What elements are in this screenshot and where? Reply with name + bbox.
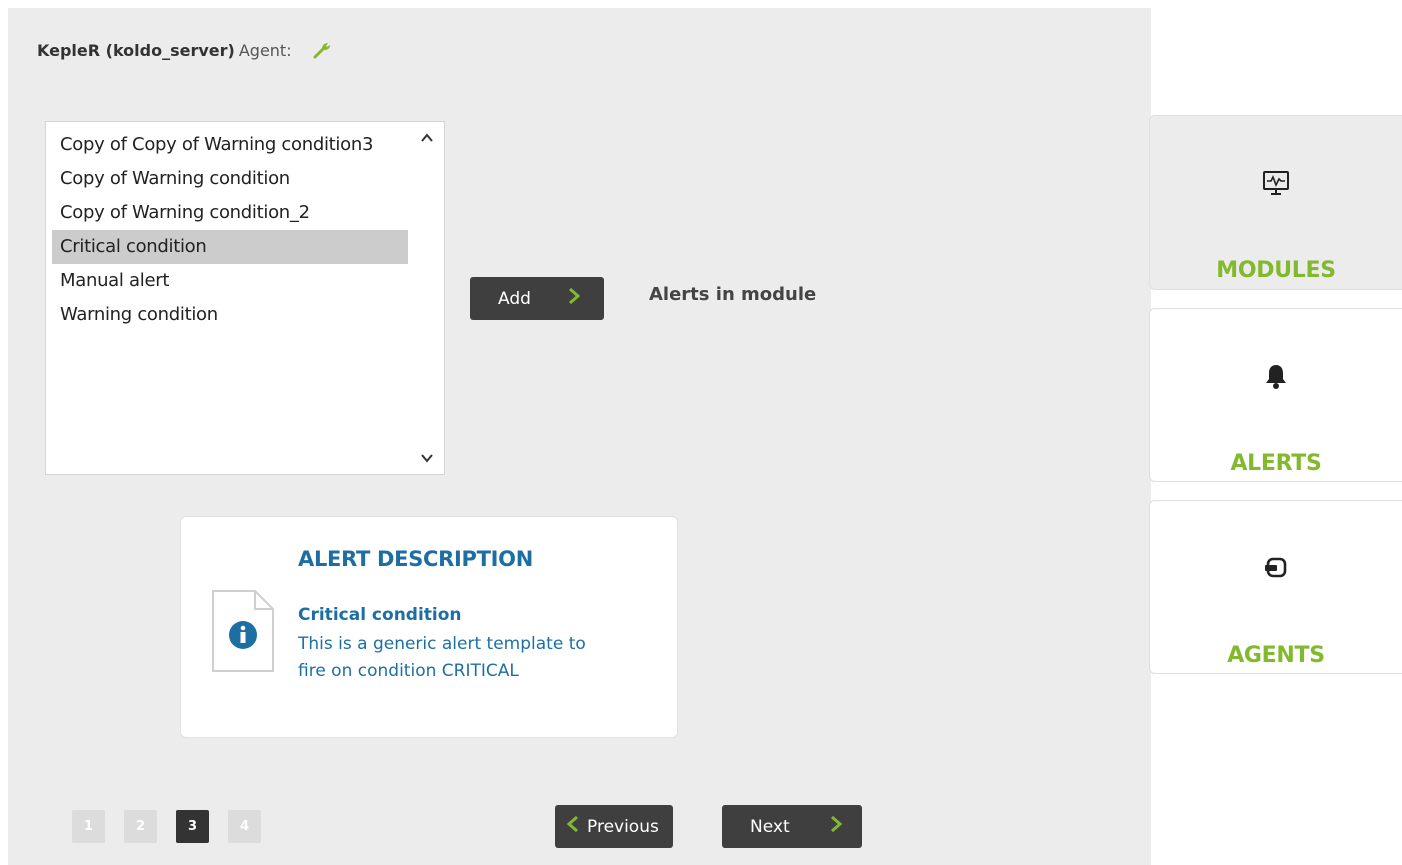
previous-button-label: Previous: [587, 816, 659, 837]
scroll-down-icon[interactable]: [419, 450, 435, 466]
add-button-label: Add: [498, 288, 531, 309]
alert-template-option[interactable]: Copy of Warning condition: [52, 162, 408, 196]
tab-agents-label: AGENTS: [1227, 643, 1325, 668]
add-button[interactable]: Add: [470, 277, 604, 320]
alert-template-option-selected[interactable]: Critical condition: [52, 230, 408, 264]
alert-description-text: This is a generic alert template to fire…: [298, 634, 586, 681]
bell-icon: [1261, 361, 1291, 391]
step-page-1[interactable]: 1: [72, 810, 105, 843]
tab-alerts-label: ALERTS: [1230, 451, 1322, 476]
agent-header: KepleR (koldo_server) Agent:: [37, 40, 332, 60]
chevron-right-icon: [830, 815, 843, 838]
step-page-3[interactable]: 3: [176, 810, 209, 843]
scroll-up-icon[interactable]: [419, 130, 435, 146]
tab-modules[interactable]: MODULES: [1149, 115, 1402, 290]
wizard-step-pager: 1 2 3 4: [72, 810, 261, 843]
tab-modules-label: MODULES: [1216, 258, 1336, 283]
monitor-icon: [1261, 168, 1291, 198]
alerts-in-module-heading: Alerts in module: [649, 284, 817, 305]
alert-template-option[interactable]: Copy of Copy of Warning condition3: [52, 128, 408, 162]
tab-alerts[interactable]: ALERTS: [1149, 308, 1402, 482]
next-button-label: Next: [750, 816, 790, 837]
step-page-4[interactable]: 4: [228, 810, 261, 843]
document-info-icon: [211, 589, 275, 673]
alert-template-option[interactable]: Copy of Warning condition_2: [52, 196, 408, 230]
tab-agents[interactable]: AGENTS: [1149, 500, 1402, 674]
previous-button[interactable]: Previous: [555, 805, 673, 848]
wrench-icon[interactable]: [312, 40, 332, 60]
chevron-left-icon: [566, 815, 579, 838]
alert-description-name: Critical condition: [298, 605, 462, 625]
next-button[interactable]: Next: [722, 805, 862, 848]
chevron-right-icon: [568, 287, 581, 310]
agent-name: KepleR (koldo_server): [37, 40, 235, 60]
agent-icon: [1261, 553, 1291, 583]
agent-label: Agent:: [238, 40, 292, 60]
alert-description-card: ALERT DESCRIPTION Critical condition Thi…: [180, 516, 678, 738]
alert-template-option[interactable]: Manual alert: [52, 264, 408, 298]
alert-template-options: Copy of Copy of Warning condition3 Copy …: [46, 122, 444, 332]
alert-template-list[interactable]: Copy of Copy of Warning condition3 Copy …: [45, 121, 445, 475]
alert-description-title: ALERT DESCRIPTION: [298, 547, 533, 571]
alert-template-option[interactable]: Warning condition: [52, 298, 408, 332]
step-page-2[interactable]: 2: [124, 810, 157, 843]
